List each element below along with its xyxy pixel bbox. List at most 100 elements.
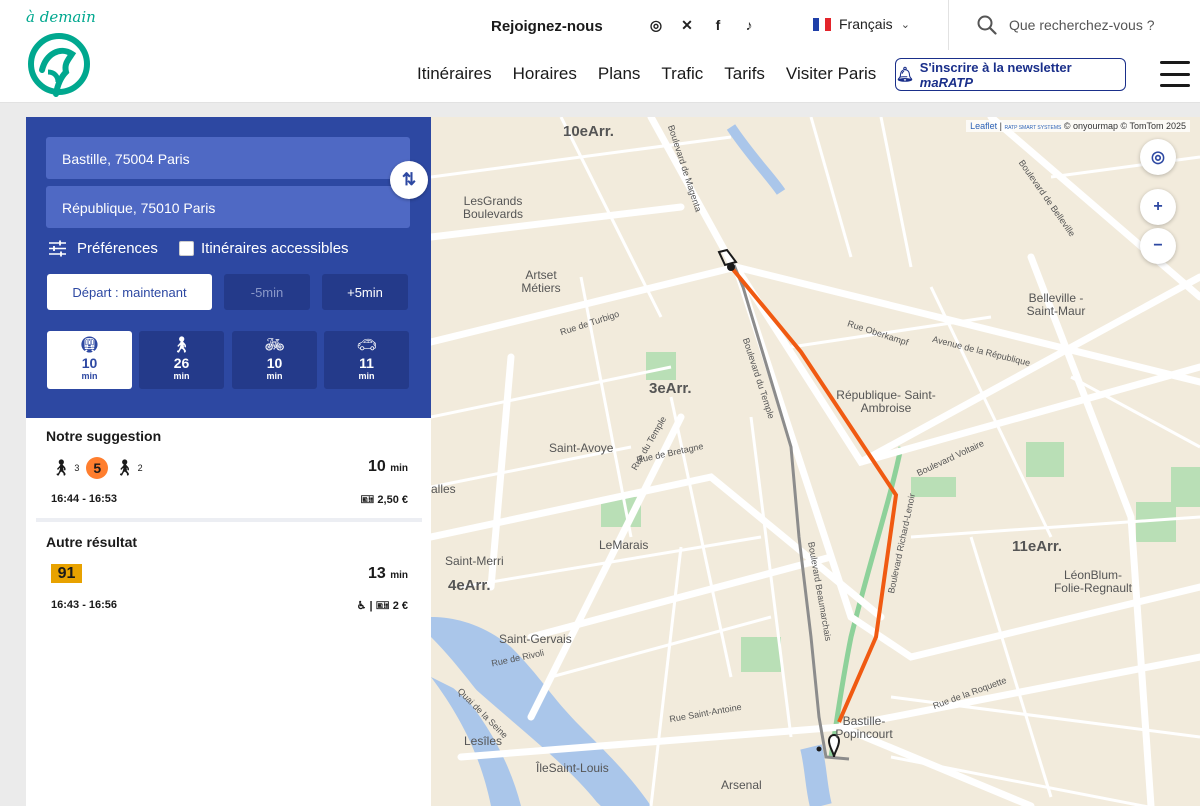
zoom-out-button[interactable]: − [1140, 228, 1176, 264]
map-label-11e: 11eArr. [1012, 538, 1063, 555]
preferences-label: Préférences [77, 240, 158, 257]
header-divider [948, 0, 949, 50]
other-title: Autre résultat [46, 534, 138, 550]
newsletter-button[interactable]: 🔔︎ S'inscrire à la newsletter maRATP [895, 58, 1126, 91]
map-label-saint-gervais: Saint-Gervais [499, 632, 572, 646]
map-label-3e: 3eArr. [649, 380, 692, 397]
preferences-button[interactable]: Préférences [48, 240, 158, 257]
ratp-logo[interactable]: à demain [24, 6, 96, 100]
search-placeholder: Que recherchez-vous ? [1009, 17, 1155, 33]
accessible-toggle[interactable]: Itinéraires accessibles [179, 240, 349, 257]
other-duration-unit: min [390, 570, 408, 581]
mode-bike-unit: min [266, 371, 283, 381]
map-label-saint-merri: Saint-Merri [445, 554, 504, 568]
facebook-icon[interactable]: f [710, 16, 726, 34]
suggestion-title: Notre suggestion [46, 428, 162, 444]
menu-icon[interactable] [1160, 61, 1190, 87]
map-label-saint-avoye: Saint-Avoye [549, 441, 614, 455]
walk-icon: 🚶︎ [51, 460, 72, 477]
join-link[interactable]: Rejoignez-nous [491, 18, 603, 35]
other-price: ♿︎ | 🎫︎ 2 € [356, 600, 408, 612]
site-header: à demain Rejoignez-nous ◎ ✕ f ♪ Français… [0, 0, 1200, 103]
logo-tagline: à demain [26, 8, 96, 26]
nav-itineraires[interactable]: Itinéraires [417, 64, 492, 84]
leaflet-link[interactable]: Leaflet [970, 121, 997, 131]
tiktok-icon[interactable]: ♪ [741, 16, 757, 34]
wheelchair-icon: ♿︎ [356, 600, 367, 612]
french-flag-icon [813, 17, 831, 31]
car-icon: 🚗︎ [356, 337, 377, 354]
map-label-belleville: Belleville -Saint-Maur [1026, 291, 1086, 318]
language-label: Français [839, 16, 893, 32]
other-duration-value: 13 [367, 565, 386, 582]
plus-5min-button[interactable]: +5min [322, 274, 408, 310]
other-legs: 91 [51, 564, 82, 583]
mode-transit-unit: min [81, 371, 98, 381]
zoom-in-button[interactable]: + [1140, 189, 1176, 225]
newsletter-prefix: S'inscrire à la newsletter [919, 59, 1072, 75]
map-label-marais: LeMarais [599, 538, 649, 552]
map-base [431, 117, 1200, 806]
bus-line-badge: 91 [51, 564, 82, 583]
walk-icon: 🚶︎ [114, 460, 135, 477]
mode-walk-unit: min [173, 371, 190, 381]
route-map[interactable]: 10eArr. 3eArr. 11eArr. 4eArr. LesGrands … [431, 117, 1200, 806]
mode-car[interactable]: 🚗︎ 11 min [324, 331, 409, 389]
search-box[interactable]: Que recherchez-vous ? [977, 15, 1155, 35]
smart-systems-logo: RATP SMART SYSTEMS [1004, 125, 1062, 131]
suggestion-price: 🎫︎ 2,50 € [360, 493, 408, 506]
locate-icon[interactable]: ◎ [1140, 139, 1176, 175]
ratp-logo-icon [28, 33, 90, 97]
suggestion-times: 16:44 - 16:53 [51, 493, 118, 505]
mode-car-value: 11 [359, 355, 374, 371]
suggestion-legs: 🚶︎ 3 5 🚶︎ 2 [51, 457, 143, 479]
mode-walk-value: 26 [173, 355, 190, 371]
suggestion-price-value: 2,50 € [377, 494, 408, 506]
ticket-icon: 🎫︎ [360, 494, 378, 506]
mode-walk[interactable]: 🚶︎ 26 min [139, 331, 224, 389]
accessible-checkbox[interactable] [179, 241, 194, 256]
instagram-icon[interactable]: ◎ [648, 16, 664, 34]
bike-icon: 🚲︎ [264, 337, 285, 354]
nav-horaires[interactable]: Horaires [513, 64, 577, 84]
map-label-4e: 4eArr. [448, 577, 491, 594]
itinerary-panel: Bastille, 75004 Paris République, 75010 … [26, 117, 431, 806]
map-label-grands-boulevards: LesGrands Boulevards [462, 194, 524, 221]
depart-button[interactable]: Départ : maintenant [47, 274, 212, 310]
mode-transit[interactable]: 🚇︎ 10 min [47, 331, 132, 389]
newsletter-brand: maRATP [919, 74, 973, 90]
walk-icon: 🚶︎ [171, 337, 192, 354]
social-links: ◎ ✕ f ♪ [648, 16, 757, 34]
suggestion-duration-value: 10 [367, 458, 386, 475]
language-selector[interactable]: Français ⌄ [813, 16, 910, 32]
other-times: 16:43 - 16:56 [51, 599, 118, 611]
chevron-down-icon: ⌄ [900, 18, 910, 31]
map-label-halles: alles [431, 482, 456, 496]
main-nav: Itinéraires Horaires Plans Trafic Tarifs… [417, 64, 876, 84]
destination-field[interactable]: République, 75010 Paris [46, 186, 410, 228]
nav-plans[interactable]: Plans [598, 64, 641, 84]
suggestion-duration-unit: min [390, 463, 408, 474]
map-label-arts-metiers: Artset Métiers [521, 268, 561, 295]
ticket-icon: 🎫︎ [375, 600, 393, 612]
nav-tarifs[interactable]: Tarifs [724, 64, 765, 84]
mode-bike[interactable]: 🚲︎ 10 min [232, 331, 317, 389]
x-icon[interactable]: ✕ [679, 16, 695, 34]
nav-trafic[interactable]: Trafic [661, 64, 703, 84]
map-label-bastille: Bastille- Popincourt [835, 714, 893, 741]
mode-car-unit: min [358, 371, 375, 381]
swap-icon[interactable]: ⇅ [390, 161, 428, 199]
search-icon [977, 15, 997, 35]
search-form: Bastille, 75004 Paris République, 75010 … [26, 117, 431, 418]
sliders-icon [49, 240, 66, 257]
suggestion-duration: 10 min [368, 458, 408, 476]
mode-transit-value: 10 [81, 355, 98, 371]
transit-icon: 🚇︎ [79, 337, 100, 354]
metro-line-badge: 5 [86, 457, 109, 479]
minus-5min-button[interactable]: -5min [224, 274, 310, 310]
map-label-10e: 10eArr. [563, 123, 614, 140]
accessible-label: Itinéraires accessibles [201, 240, 349, 257]
map-label-ile-saint-louis: ÎleSaint-Louis [536, 761, 609, 775]
nav-visiter-paris[interactable]: Visiter Paris [786, 64, 876, 84]
origin-field[interactable]: Bastille, 75004 Paris [46, 137, 410, 179]
